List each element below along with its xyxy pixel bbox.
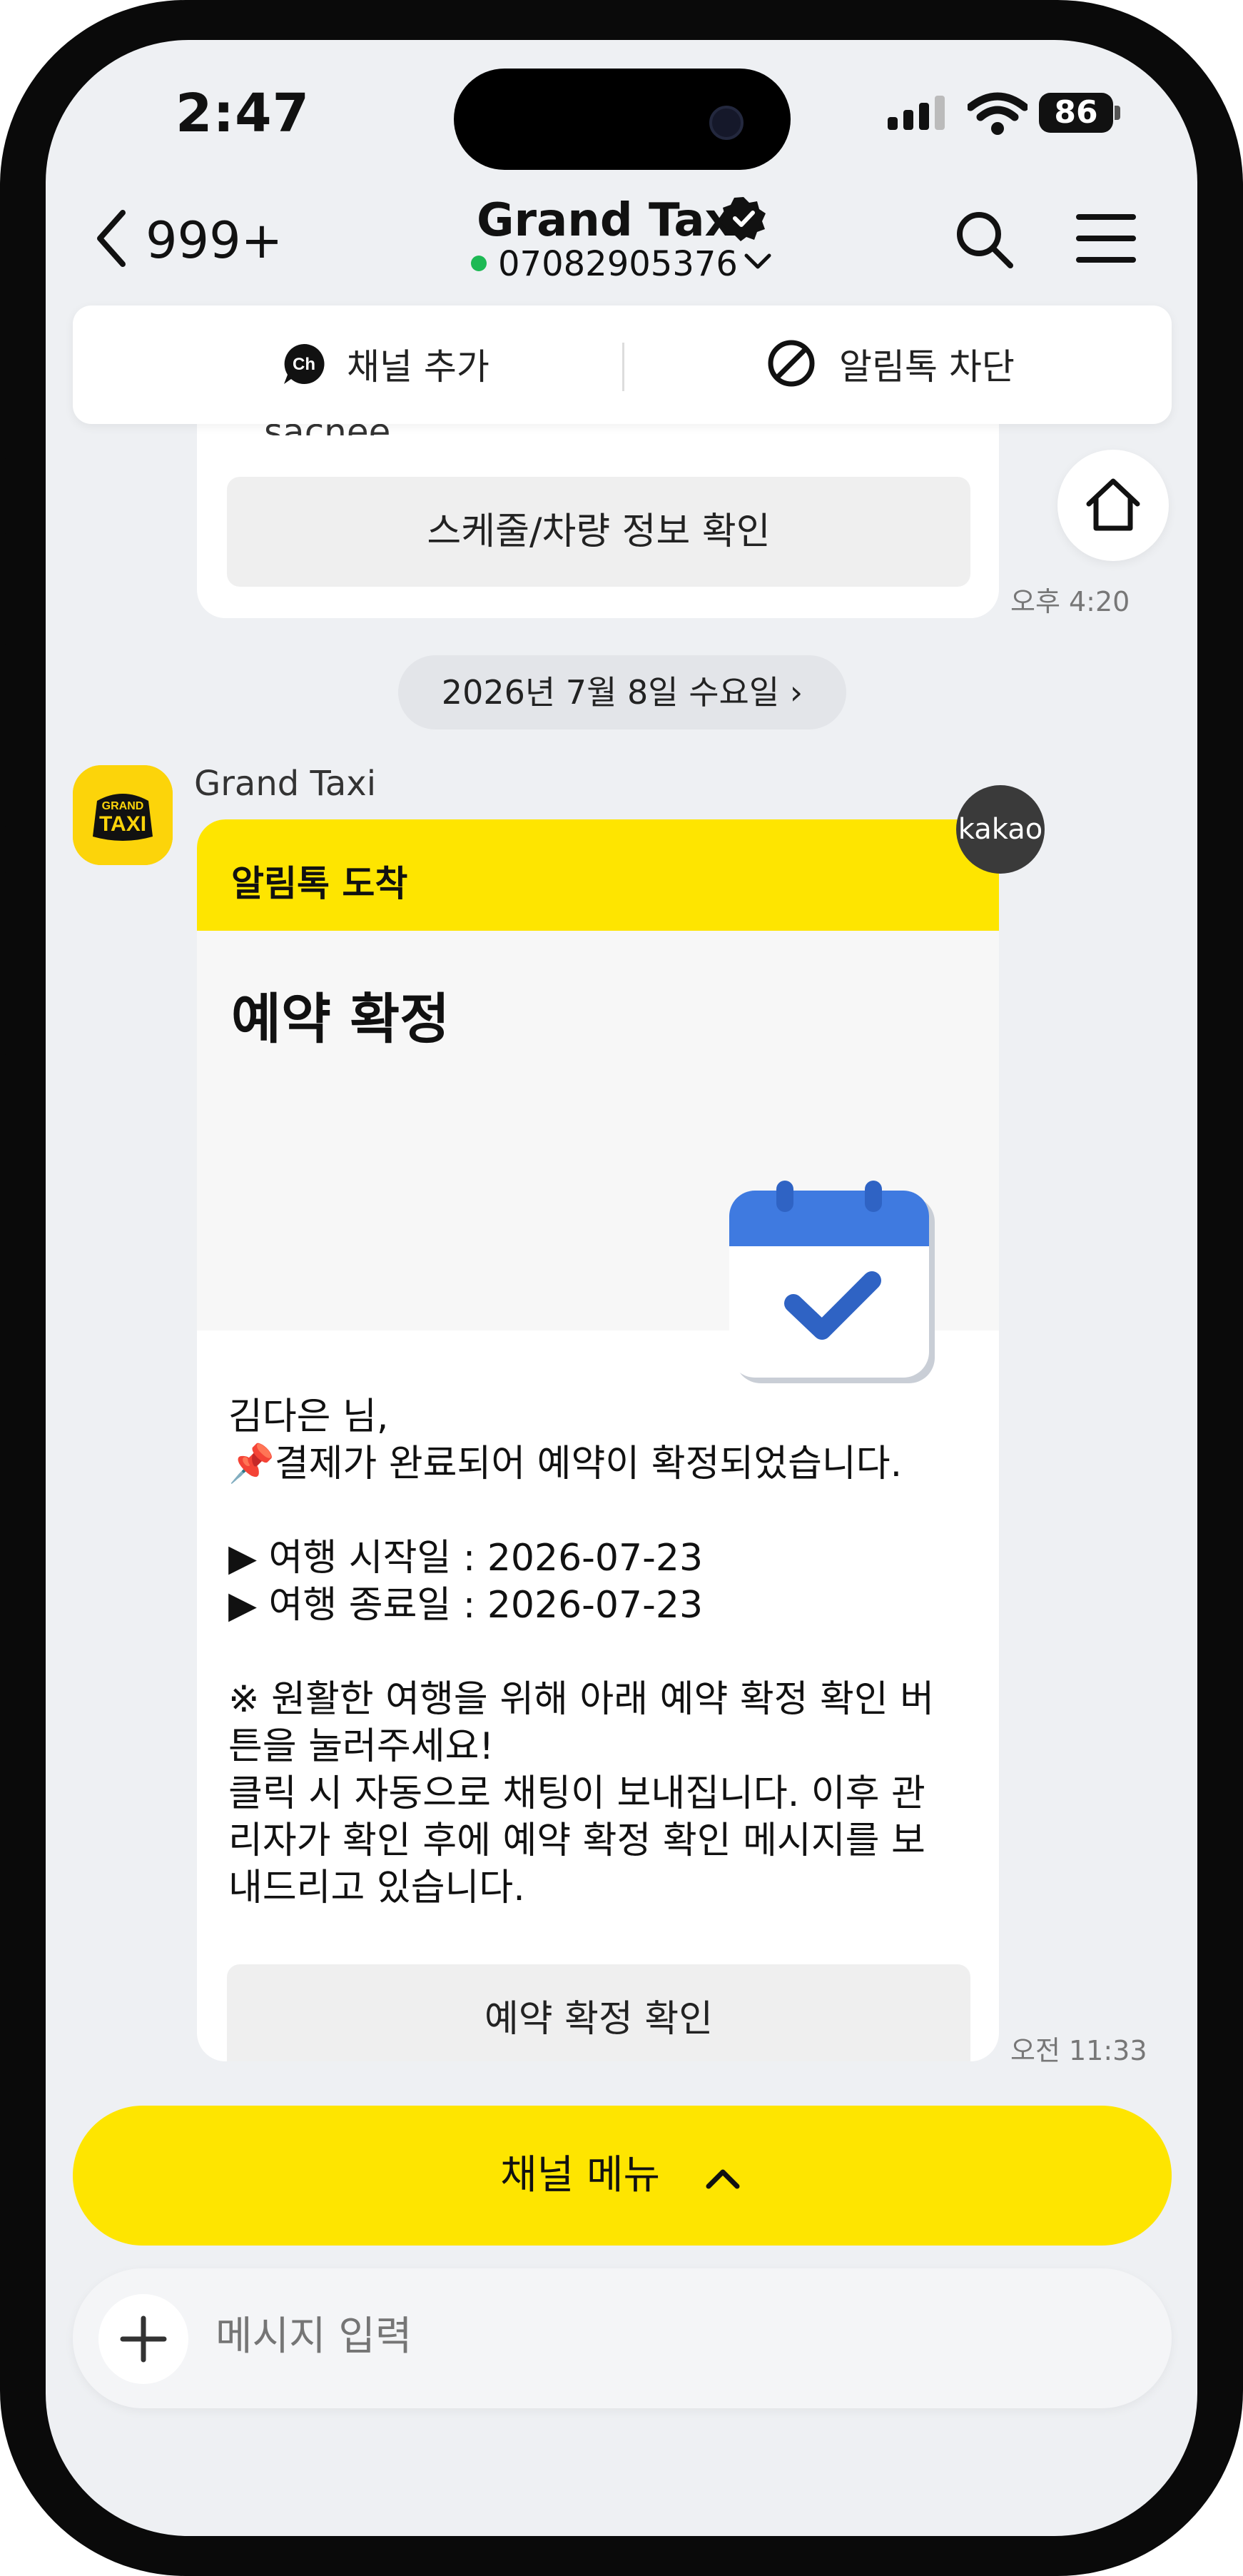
channel-avatar[interactable]: GRAND TAXI bbox=[73, 765, 173, 865]
message-line: 튼을 눌러주세요! bbox=[228, 1725, 494, 1768]
message-body: 김다은 님, 📌결제가 완료되어 예약이 확정되었습니다. ▶ 여행 시작일 :… bbox=[228, 1393, 970, 1911]
attach-button[interactable] bbox=[98, 2294, 188, 2384]
online-status-dot bbox=[471, 256, 487, 271]
add-channel-label: 채널 추가 bbox=[347, 346, 489, 388]
sender-name: Grand Taxi bbox=[194, 764, 377, 804]
message-line: 내드리고 있습니다. bbox=[228, 1867, 525, 1909]
message-line bbox=[228, 1629, 970, 1676]
search-icon[interactable] bbox=[952, 207, 1016, 271]
plus-icon bbox=[120, 2315, 167, 2363]
message-line: 리자가 확인 후에 예약 확정 확인 메시지를 보 bbox=[228, 1819, 925, 1862]
date-separator[interactable]: 2026년 7월 8일 수요일 › bbox=[398, 655, 846, 729]
schedule-vehicle-info-button[interactable]: 스케줄/차량 정보 확인 bbox=[227, 477, 970, 587]
kakao-badge: kakao bbox=[956, 785, 1045, 874]
add-channel-button[interactable]: 채널 추가 bbox=[347, 338, 489, 390]
wifi-icon bbox=[968, 92, 1028, 135]
side-button-right bbox=[1236, 757, 1243, 1056]
svg-text:Ch: Ch bbox=[293, 355, 315, 374]
cellular-signal-icon bbox=[888, 96, 945, 130]
screen: 2:47 86 999+ Grand Taxi 07082905376 sacn… bbox=[46, 40, 1197, 2536]
svg-text:TAXI: TAXI bbox=[99, 812, 146, 836]
block-icon[interactable] bbox=[765, 337, 818, 390]
message-time: 오전 11:33 bbox=[1010, 2035, 1147, 2066]
home-icon bbox=[1086, 478, 1140, 531]
message-line: ▶ 여행 시작일 : 2026-07-23 bbox=[228, 1537, 704, 1580]
back-unread-count[interactable]: 999+ bbox=[146, 211, 283, 270]
message-hero: 예약 확정 bbox=[197, 931, 999, 1383]
svg-text:GRAND: GRAND bbox=[102, 800, 144, 812]
block-alimtalk-button[interactable]: 알림톡 차단 bbox=[839, 338, 1015, 390]
message-input[interactable] bbox=[214, 2313, 1073, 2360]
channel-phone-number[interactable]: 07082905376 bbox=[498, 244, 738, 284]
alimtalk-message-card: 알림톡 도착 예약 확정 김다은 님, 📌결제가 완료되어 예약이 확정되었습니… bbox=[197, 819, 999, 2061]
channel-menu-button[interactable]: 채널 메뉴 bbox=[73, 2106, 1172, 2246]
channel-menu-label: 채널 메뉴 bbox=[500, 2152, 661, 2198]
back-chevron-icon[interactable] bbox=[90, 203, 133, 274]
chevron-down-icon[interactable] bbox=[744, 251, 772, 271]
channel-add-icon[interactable]: Ch bbox=[281, 341, 327, 387]
chevron-up-icon bbox=[706, 2169, 740, 2189]
status-time: 2:47 bbox=[176, 83, 310, 144]
message-line: 김다은 님, bbox=[228, 1395, 389, 1438]
side-button-left-3 bbox=[0, 871, 6, 1056]
camera-icon bbox=[709, 106, 744, 140]
side-button-left-1 bbox=[0, 457, 6, 535]
channel-bar-divider bbox=[622, 343, 624, 391]
chat-title[interactable]: Grand Taxi bbox=[477, 194, 750, 247]
alimtalk-header-label: 알림톡 도착 bbox=[231, 863, 408, 904]
side-button-left-2 bbox=[0, 642, 6, 828]
battery-indicator: 86 bbox=[1039, 93, 1113, 133]
home-button[interactable] bbox=[1057, 450, 1169, 561]
confirm-reservation-button[interactable]: 예약 확정 확인 bbox=[227, 1964, 970, 2061]
message-line: 📌결제가 완료되어 예약이 확정되었습니다. bbox=[228, 1443, 903, 1485]
message-line: ※ 원활한 여행을 위해 아래 예약 확정 확인 버 bbox=[228, 1678, 935, 1721]
calendar-check-icon bbox=[729, 1181, 935, 1383]
alimtalk-header: 알림톡 도착 bbox=[197, 819, 999, 931]
block-alimtalk-label: 알림톡 차단 bbox=[839, 346, 1015, 388]
message-line bbox=[228, 1487, 970, 1535]
taxi-logo-icon: GRAND TAXI bbox=[73, 765, 173, 865]
battery-tip bbox=[1115, 106, 1120, 120]
verified-badge-icon bbox=[721, 197, 766, 241]
hamburger-menu-icon[interactable] bbox=[1076, 211, 1136, 266]
message-line: ▶ 여행 종료일 : 2026-07-23 bbox=[228, 1584, 704, 1627]
previous-message-time: 오후 4:20 bbox=[1010, 586, 1130, 617]
message-line: 클릭 시 자동으로 채팅이 보내집니다. 이후 관 bbox=[228, 1772, 925, 1815]
hero-title: 예약 확정 bbox=[231, 987, 450, 1051]
